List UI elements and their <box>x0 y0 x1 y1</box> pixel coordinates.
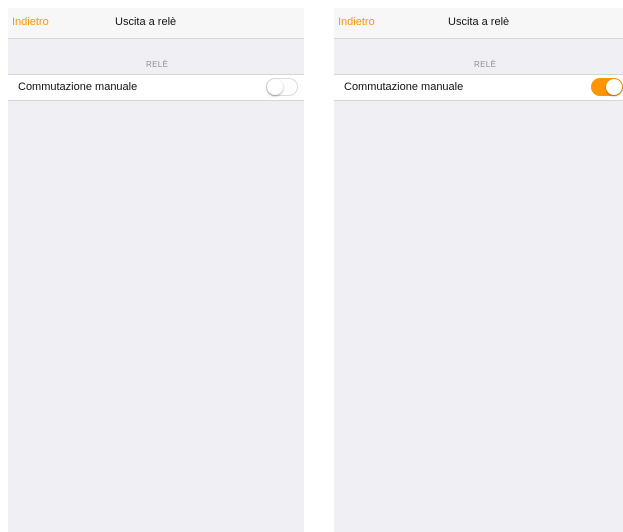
navigation-bar: Indietro Uscita a relè <box>334 8 623 39</box>
list-item-manual-switching: Commutazione manuale <box>8 74 304 101</box>
toggle-knob <box>606 79 622 95</box>
back-button[interactable]: Indietro <box>12 16 49 28</box>
page-title: Uscita a relè <box>448 16 510 28</box>
manual-switching-toggle[interactable] <box>591 78 623 96</box>
list-item-manual-switching: Commutazione manuale <box>334 74 623 101</box>
section-header: RELÈ <box>146 60 169 69</box>
back-button[interactable]: Indietro <box>338 16 375 28</box>
screen-toggle-off: Indietro Uscita a relè RELÈ Commutazione… <box>8 8 304 532</box>
screen-toggle-on: Indietro Uscita a relè RELÈ Commutazione… <box>334 8 623 532</box>
toggle-knob <box>267 79 283 95</box>
page-title: Uscita a relè <box>115 16 177 28</box>
manual-switching-label: Commutazione manuale <box>344 81 464 93</box>
navigation-bar: Indietro Uscita a relè <box>8 8 304 39</box>
section-header: RELÈ <box>474 60 497 69</box>
manual-switching-label: Commutazione manuale <box>18 81 138 93</box>
manual-switching-toggle[interactable] <box>266 78 298 96</box>
